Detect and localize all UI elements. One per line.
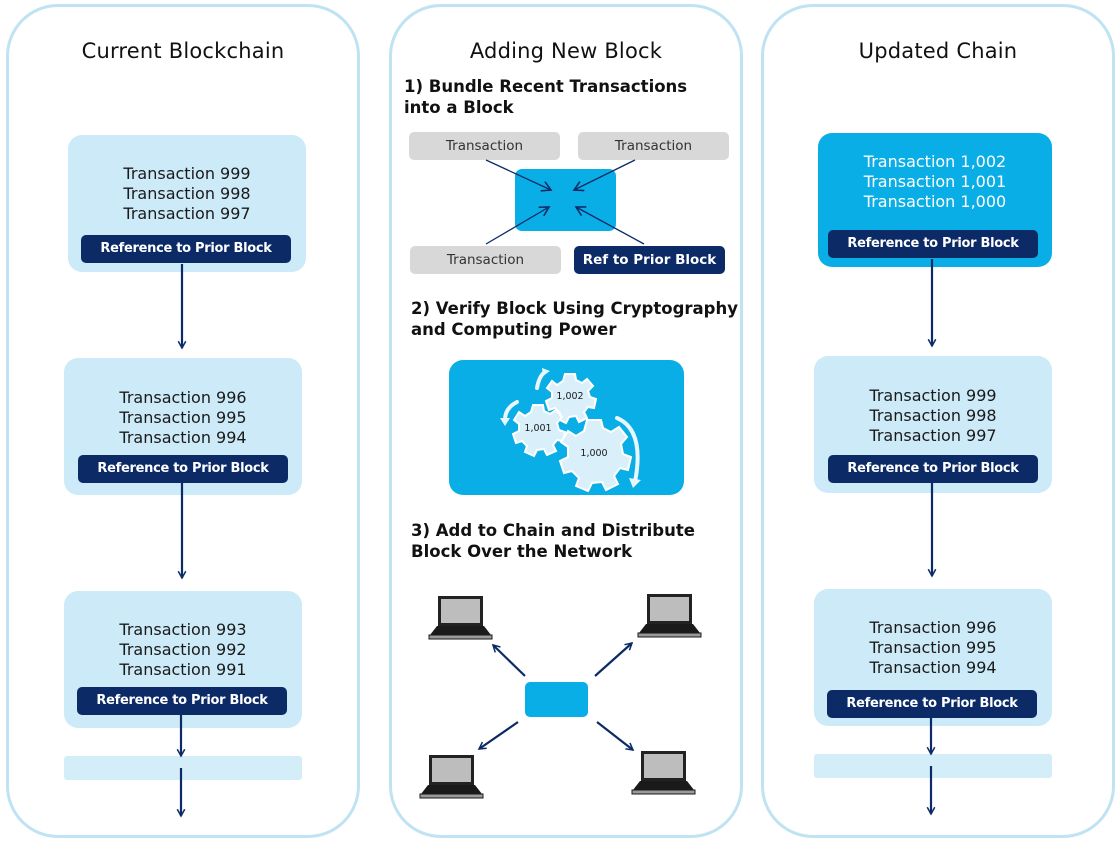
updated-block-3: Transaction 996 Transaction 995 Transact… [814, 589, 1052, 726]
laptop-icon [419, 755, 484, 799]
gear-icon-1001: 1,001 [511, 404, 567, 458]
transaction-chip-top-right: Transaction [578, 132, 729, 160]
transaction-list: Transaction 996 Transaction 995 Transact… [814, 618, 1052, 678]
updated-block-new: Transaction 1,002 Transaction 1,001 Tran… [818, 133, 1052, 267]
reference-to-prior-block: Reference to Prior Block [77, 687, 287, 715]
step-3-line-1: 3) Add to Chain and Distribute [411, 521, 695, 540]
step-1-heading: 1) Bundle Recent Transactions into a Blo… [404, 76, 687, 118]
transaction-item: Transaction 996 [119, 388, 247, 407]
laptop-icon [631, 751, 696, 795]
reference-to-prior-block: Reference to Prior Block [78, 455, 288, 483]
transaction-item: Transaction 997 [123, 204, 251, 223]
panel-title-adding: Adding New Block [469, 39, 663, 63]
transaction-list: Transaction 1,002 Transaction 1,001 Tran… [818, 152, 1052, 212]
gear-label: 1,000 [580, 448, 607, 459]
panel-title-updated: Updated Chain [858, 39, 1018, 63]
transaction-item: Transaction 994 [119, 428, 247, 447]
transaction-list: Transaction 993 Transaction 992 Transact… [64, 620, 302, 680]
reference-to-prior-block: Reference to Prior Block [828, 230, 1038, 258]
transaction-item: Transaction 995 [119, 408, 247, 427]
network-block [525, 682, 588, 717]
reference-to-prior-block: Reference to Prior Block [828, 455, 1038, 483]
truncated-block-stub [814, 754, 1052, 778]
transaction-item: Transaction 1,000 [863, 192, 1007, 211]
current-block-3: Transaction 993 Transaction 992 Transact… [64, 591, 302, 728]
step-3-line-2: Block Over the Network [411, 542, 633, 561]
reference-to-prior-block: Reference to Prior Block [827, 690, 1037, 718]
bundle-block [515, 169, 616, 231]
transaction-item: Transaction 991 [119, 660, 247, 679]
current-block-1: Transaction 999 Transaction 998 Transact… [68, 135, 306, 272]
transaction-list: Transaction 996 Transaction 995 Transact… [64, 388, 302, 448]
truncated-block-stub [64, 756, 302, 780]
transaction-item: Transaction 998 [123, 184, 251, 203]
step-1-line-1: 1) Bundle Recent Transactions [404, 77, 688, 96]
step-2-line-2: and Computing Power [411, 320, 617, 339]
transaction-item: Transaction 992 [119, 640, 247, 659]
panel-title-current: Current Blockchain [81, 39, 285, 63]
transaction-item: Transaction 1,002 [863, 152, 1007, 171]
step-2-heading: 2) Verify Block Using Cryptography and C… [411, 298, 738, 340]
laptop-icon [637, 594, 702, 638]
transaction-chip-top-left: Transaction [409, 132, 560, 160]
cryptography-box: 1,002 1,001 1,000 [449, 360, 684, 495]
transaction-item: Transaction 1,001 [863, 172, 1007, 191]
step-3-heading: 3) Add to Chain and Distribute Block Ove… [411, 520, 695, 562]
updated-block-2: Transaction 999 Transaction 998 Transact… [814, 356, 1052, 493]
transaction-item: Transaction 999 [123, 164, 251, 183]
gear-label: 1,001 [524, 423, 551, 434]
gear-icon-1000: 1,000 [558, 419, 633, 493]
step-2-line-1: 2) Verify Block Using Cryptography [411, 299, 738, 318]
transaction-item: Transaction 994 [869, 658, 997, 677]
transaction-item: Transaction 995 [869, 638, 997, 657]
transaction-item: Transaction 998 [869, 406, 997, 425]
transaction-list: Transaction 999 Transaction 998 Transact… [68, 164, 306, 224]
reference-to-prior-block: Reference to Prior Block [81, 235, 291, 263]
transaction-item: Transaction 997 [869, 426, 997, 445]
step-1-line-2: into a Block [404, 98, 514, 117]
transaction-item: Transaction 993 [119, 620, 247, 639]
gear-label: 1,002 [556, 391, 583, 402]
transaction-item: Transaction 996 [869, 618, 997, 637]
transaction-item: Transaction 999 [869, 386, 997, 405]
ref-to-prior-block-chip: Ref to Prior Block [574, 246, 725, 274]
gears-illustration: 1,002 1,001 1,000 [500, 368, 641, 493]
transaction-list: Transaction 999 Transaction 998 Transact… [814, 386, 1052, 446]
laptop-icon [428, 596, 493, 640]
transaction-chip-bottom-left: Transaction [410, 246, 561, 274]
current-block-2: Transaction 996 Transaction 995 Transact… [64, 358, 302, 495]
